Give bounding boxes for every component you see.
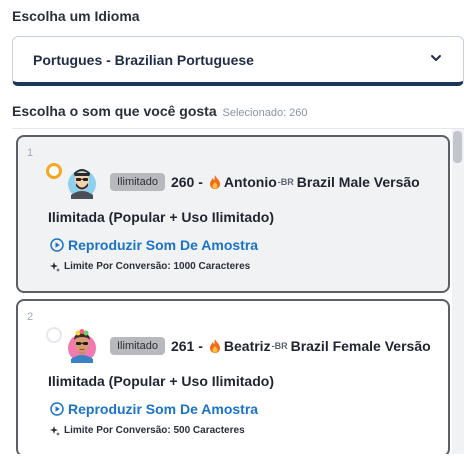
voice-name: Beatriz <box>223 338 271 354</box>
sound-title: Ilimitado 261 - Beatriz -BR Brazil Femal… <box>110 337 431 355</box>
sound-card-261[interactable]: 2 Ilimitado 261 - Beatriz -BR Brazil Fem… <box>16 299 450 454</box>
sound-card-260[interactable]: 1 Ilimitado 260 - Antonio -BR Brazil Mal… <box>16 135 450 293</box>
unlimited-badge: Ilimitado <box>110 337 165 355</box>
scrollbar[interactable] <box>452 129 464 454</box>
play-sample-label: Reproduzir Som De Amostra <box>68 237 259 253</box>
male-avatar-icon <box>68 169 96 199</box>
fire-icon <box>209 175 220 189</box>
sound-number: 260 - <box>170 174 203 190</box>
conversion-limit: Limite Por Conversão: 500 Caracteres <box>50 425 245 436</box>
voice-description: Brazil Male Versão <box>296 174 420 190</box>
radio-button[interactable] <box>46 327 62 343</box>
voice-name: Antonio <box>223 174 277 190</box>
card-index: 2 <box>27 311 34 323</box>
sparkle-icon <box>50 261 60 272</box>
sound-heading: Escolha o som que você gosta Selecionado… <box>12 103 308 119</box>
play-sample-link[interactable]: Reproduzir Som De Amostra <box>50 237 258 253</box>
card-index: 1 <box>27 147 34 159</box>
conversion-limit-text: Limite Por Conversão: 1000 Caracteres <box>64 261 251 272</box>
radio-button[interactable] <box>46 163 62 179</box>
chevron-down-icon <box>431 55 441 61</box>
sound-heading-text: Escolha o som que você gosta <box>12 103 217 119</box>
sparkle-icon <box>50 425 60 436</box>
play-circle-icon <box>50 238 64 252</box>
sound-number: 261 - <box>170 338 203 354</box>
sound-title: Ilimitado 260 - Antonio -BR Brazil Male … <box>110 173 420 191</box>
voice-description: Brazil Female Versão <box>290 338 431 354</box>
conversion-limit: Limite Por Conversão: 1000 Caracteres <box>50 261 250 272</box>
female-avatar-icon <box>68 329 96 363</box>
language-select[interactable]: Portugues - Brazilian Portuguese <box>12 36 464 86</box>
sound-list[interactable]: 1 Ilimitado 260 - Antonio -BR Brazil Mal… <box>12 128 464 454</box>
scrollbar-thumb[interactable] <box>453 131 462 163</box>
voice-locale: -BR <box>277 177 294 187</box>
sound-title-line2: Ilimitada (Popular + Uso Ilimitado) <box>48 209 274 225</box>
sound-title-line2: Ilimitada (Popular + Uso Ilimitado) <box>48 373 274 389</box>
language-label: Escolha um Idioma <box>12 8 140 24</box>
language-select-value: Portugues - Brazilian Portuguese <box>33 51 254 68</box>
fire-icon <box>209 339 220 353</box>
play-circle-icon <box>50 402 64 416</box>
play-sample-label: Reproduzir Som De Amostra <box>68 401 259 417</box>
selected-count: Selecionado: 260 <box>222 107 308 119</box>
play-sample-link[interactable]: Reproduzir Som De Amostra <box>50 401 258 417</box>
voice-locale: -BR <box>271 341 288 351</box>
conversion-limit-text: Limite Por Conversão: 500 Caracteres <box>64 425 245 436</box>
unlimited-badge: Ilimitado <box>110 173 165 191</box>
